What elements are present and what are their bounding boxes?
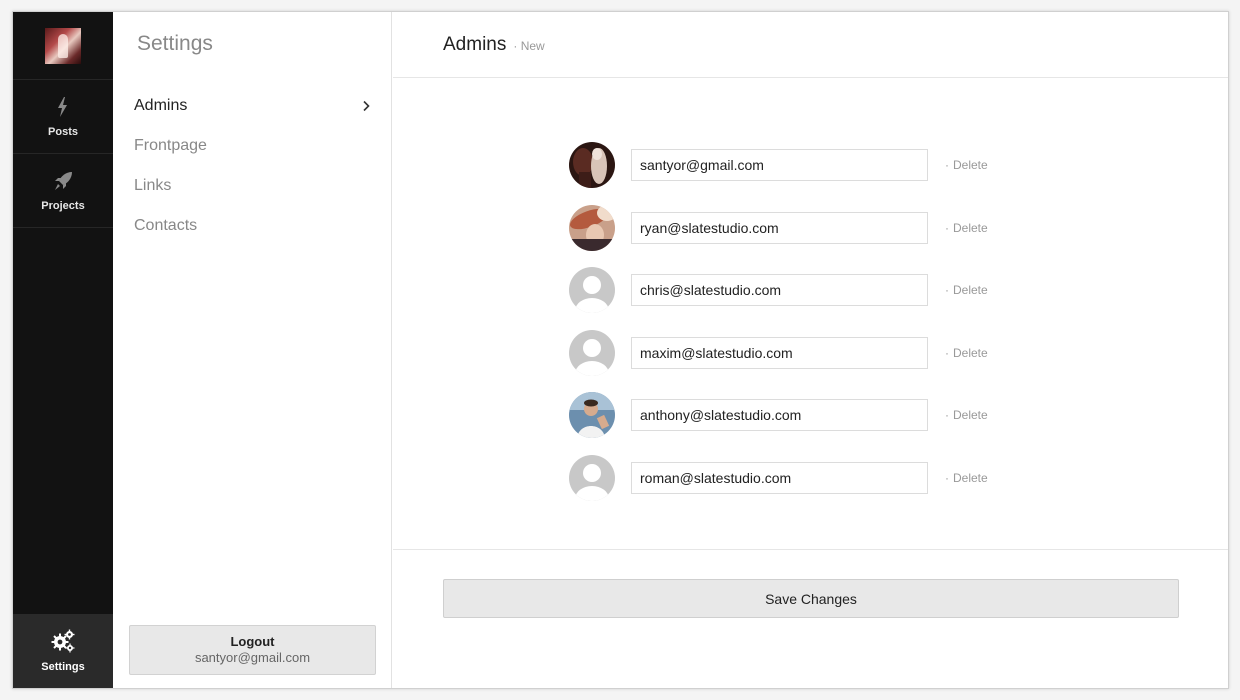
logout-label: Logout [230,634,275,649]
default-avatar-icon [569,329,615,376]
nav-item-label: Posts [48,125,78,138]
delete-link[interactable]: · Delete [945,471,988,485]
app-logo[interactable] [13,12,113,80]
admin-row: ·Delete [569,384,988,447]
admin-row: ·Delete [569,197,988,260]
delete-label: Delete [953,220,988,235]
admin-row: ·Delete [569,259,988,322]
menu-item-contacts[interactable]: Contacts [113,206,391,246]
page-title: Admins [443,33,507,55]
admin-row: ·Delete [569,134,988,197]
chevron-right-icon [363,100,370,112]
menu-item-label: Contacts [134,217,198,234]
logo-image [45,27,81,64]
default-avatar-icon [569,267,615,314]
delete-label: Delete [953,345,988,360]
logout-email: santyor@gmail.com [194,650,311,665]
nav-item-projects[interactable]: Projects [13,154,113,228]
rocket-icon [55,171,72,190]
nav-item-label: Settings [41,661,85,673]
avatar [569,204,615,251]
logout-button[interactable]: Logout santyor@gmail.com [129,625,376,675]
nav-item-label: Projects [41,199,85,212]
delete-link[interactable]: · Delete [945,346,988,360]
nav-rail: Posts Projects Settings [13,12,113,688]
delete-label: Delete [953,283,988,298]
delete-link[interactable]: · Delete [945,221,988,235]
gears-icon [51,629,75,653]
menu-item-frontpage[interactable]: Frontpage [113,126,391,166]
delete-label: Delete [953,408,988,423]
lightning-icon [58,96,67,117]
avatar [569,392,615,439]
admin-email-input[interactable] [631,336,928,369]
menu-item-links[interactable]: Links [113,166,391,206]
admin-email-input[interactable] [631,211,928,244]
save-changes-button[interactable]: Save Changes [443,579,1179,618]
settings-menu: Settings Admins Frontpage Links Contacts… [113,12,392,688]
delete-label: Delete [953,158,988,173]
menu-item-label: Links [134,177,172,194]
admin-email-input[interactable] [631,274,928,307]
admin-email-input[interactable] [631,399,928,432]
admin-row: ·Delete [569,322,988,385]
delete-label: Delete [953,470,988,485]
page-subtitle[interactable]: · New [513,39,544,53]
menu-title: Settings [137,32,213,55]
admin-row: ·Delete [569,447,988,510]
menu-list: Admins Frontpage Links Contacts [113,86,391,246]
main-header: Admins · New [393,12,1228,78]
menu-item-label: Frontpage [134,137,207,154]
menu-item-label: Admins [134,97,188,114]
admin-email-input[interactable] [631,149,928,182]
avatar [569,142,615,189]
app-window: Posts Projects Settings Settings Admins … [12,11,1229,689]
delete-link[interactable]: · Delete [945,283,988,297]
menu-item-admins[interactable]: Admins [113,86,391,126]
default-avatar-icon [569,454,615,501]
nav-item-settings[interactable]: Settings [13,614,113,688]
subtitle-label: New [520,39,545,53]
nav-item-posts[interactable]: Posts [13,80,113,154]
main-panel: Admins · New ·Delete [393,12,1228,688]
delete-link[interactable]: · Delete [945,408,988,422]
form-footer: Save Changes [393,549,1228,688]
admin-email-input[interactable] [631,461,928,494]
admin-list: ·Delete ·Delete [569,134,988,509]
delete-link[interactable]: · Delete [945,158,988,172]
